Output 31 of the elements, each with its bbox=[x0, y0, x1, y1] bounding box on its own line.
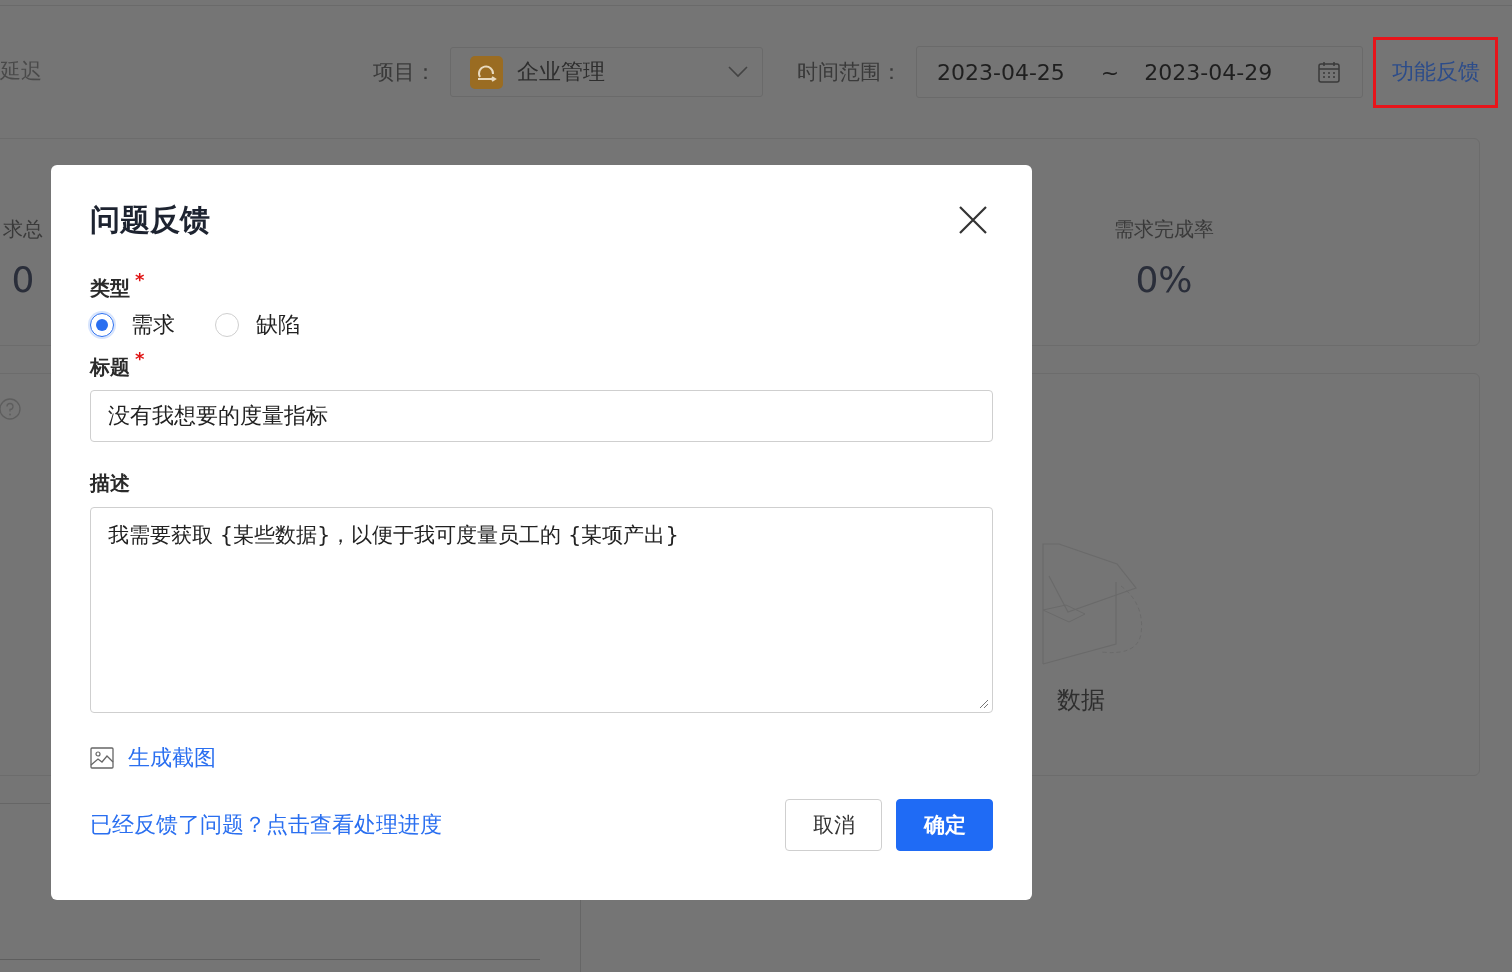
required-mark: * bbox=[135, 269, 145, 290]
calendar-icon bbox=[1318, 61, 1340, 83]
radio-option[interactable]: 缺陷 bbox=[215, 310, 300, 340]
field-label: 标题 bbox=[90, 354, 130, 381]
time-range-label: 时间范围： bbox=[797, 59, 902, 86]
resize-handle-icon[interactable] bbox=[979, 699, 989, 709]
confirm-button[interactable]: 确定 bbox=[896, 799, 993, 851]
generate-screenshot-link[interactable]: 生成截图 bbox=[128, 743, 216, 773]
stat-value: 0 bbox=[11, 259, 35, 300]
description-textarea[interactable]: 我需要获取 {某些数据}，以便于我可度量员工的 {某项产出} bbox=[90, 507, 993, 713]
chevron-down-icon bbox=[728, 66, 748, 78]
radio-option[interactable]: 需求 bbox=[90, 310, 175, 340]
radio-button[interactable] bbox=[90, 313, 114, 337]
stat-label: 需求完成率 bbox=[1114, 216, 1214, 243]
help-icon bbox=[0, 398, 21, 420]
close-icon[interactable] bbox=[958, 205, 988, 235]
empty-state-text: 数据 bbox=[1056, 685, 1106, 716]
field-label: 描述 bbox=[90, 470, 130, 497]
app-icon bbox=[470, 55, 503, 89]
required-mark: * bbox=[135, 348, 145, 369]
stat-label: 求总 bbox=[3, 216, 43, 243]
cancel-button[interactable]: 取消 bbox=[785, 799, 882, 851]
title-input-field[interactable]: 没有我想要的度量指标 bbox=[90, 390, 993, 442]
image-icon bbox=[90, 747, 114, 769]
dialog-title: 问题反馈 bbox=[90, 200, 210, 239]
project-select[interactable]: 企业管理 bbox=[450, 47, 763, 97]
project-label: 项目： bbox=[373, 59, 436, 86]
date-range-field[interactable]: 2023-04-25 ~ 2023-04-29 bbox=[916, 46, 1363, 98]
field-label: 类型 bbox=[90, 275, 130, 302]
progress-link[interactable]: 已经反馈了问题？点击查看处理进度 bbox=[90, 810, 442, 840]
stat-value: 0% bbox=[1135, 259, 1193, 300]
